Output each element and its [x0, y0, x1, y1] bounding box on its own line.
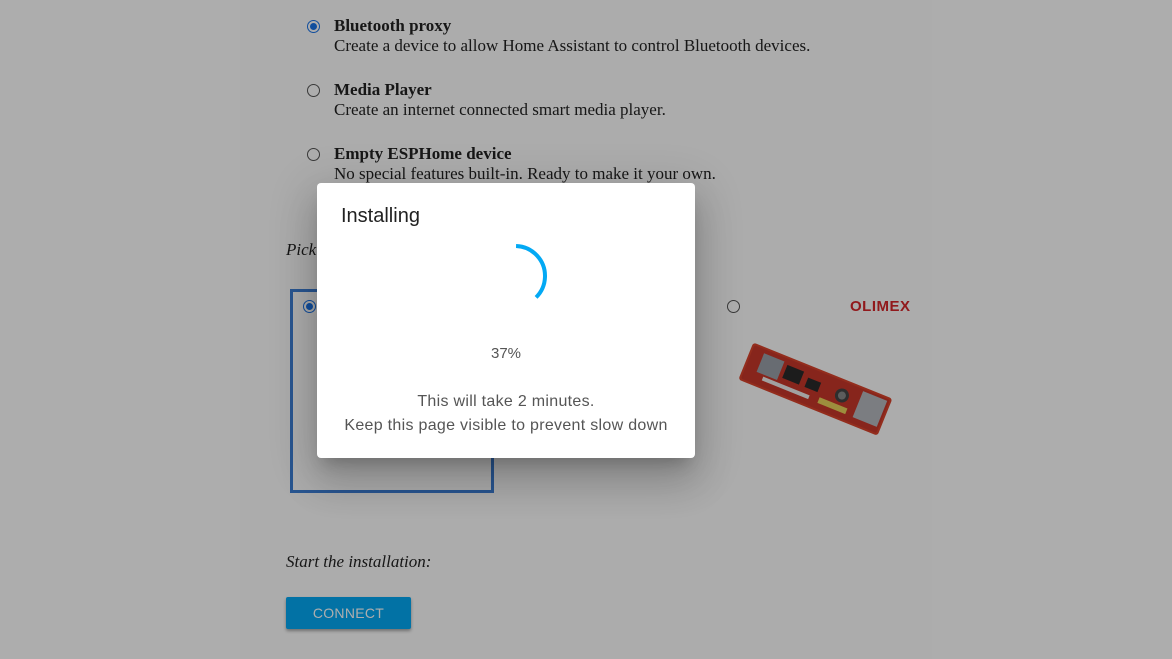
progress-spinner-icon: [483, 244, 547, 308]
installing-dialog: Installing 37% This will take 2 minutes.…: [317, 183, 695, 458]
dialog-message-visibility: Keep this page visible to prevent slow d…: [344, 417, 668, 434]
dialog-title: Installing: [341, 205, 420, 227]
dialog-message-duration: This will take 2 minutes.: [417, 393, 595, 410]
progress-percent: 37%: [490, 345, 522, 362]
